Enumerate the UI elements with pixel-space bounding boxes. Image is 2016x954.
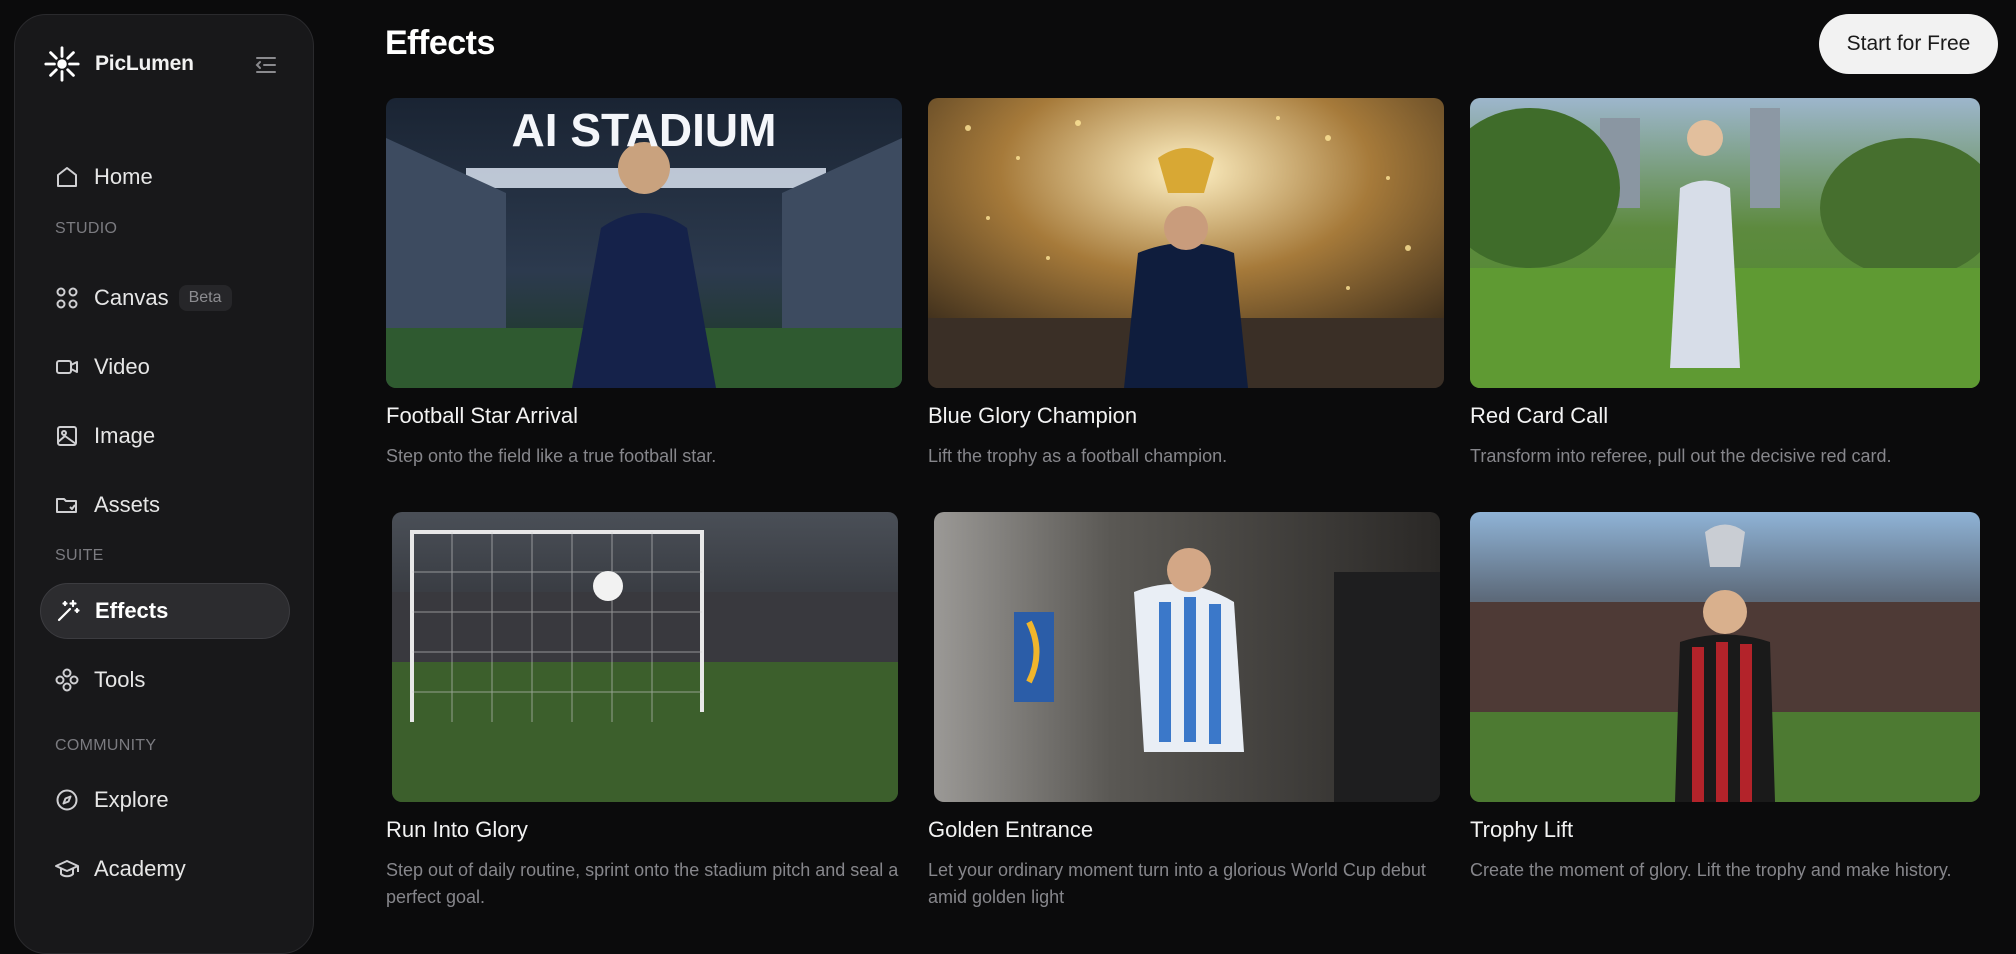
sidebar-item-video[interactable]: Video bbox=[40, 339, 290, 395]
effect-thumbnail[interactable] bbox=[1470, 98, 1980, 388]
sidebar-item-label: Image bbox=[94, 423, 156, 448]
home-icon bbox=[57, 167, 77, 187]
stadium-trophy-image bbox=[1470, 512, 1980, 802]
effect-card-football-star-arrival[interactable]: AI STADIUM Football Star Arrival Step on… bbox=[386, 98, 906, 468]
sidebar-item-assets[interactable]: Assets bbox=[40, 477, 290, 533]
sidebar-item-label: Video bbox=[94, 354, 150, 379]
effect-thumbnail[interactable] bbox=[392, 512, 898, 802]
card-description: Let your ordinary moment turn into a glo… bbox=[928, 860, 1426, 907]
image-icon bbox=[57, 426, 77, 446]
brand-name: PicLumen bbox=[95, 52, 194, 75]
effect-card-run-into-glory[interactable]: Run Into Glory Step out of daily routine… bbox=[386, 512, 906, 907]
card-description: Lift the trophy as a football champion. bbox=[928, 446, 1228, 466]
effect-thumbnail[interactable]: AI STADIUM bbox=[386, 98, 902, 388]
folder-icon bbox=[56, 498, 77, 513]
magic-wand-icon bbox=[57, 599, 80, 622]
tunnel-runner-image bbox=[934, 512, 1440, 802]
piclumen-logo-icon bbox=[44, 46, 80, 82]
card-description: Step onto the field like a true football… bbox=[386, 446, 717, 466]
sidebar-item-canvas[interactable]: Canvas Beta bbox=[40, 270, 290, 326]
effect-card-blue-glory-champion[interactable]: Blue Glory Champion Lift the trophy as a… bbox=[928, 98, 1448, 468]
card-title: Trophy Lift bbox=[1470, 817, 1574, 842]
sidebar-item-label: Effects bbox=[95, 598, 169, 623]
brand[interactable]: PicLumen bbox=[43, 45, 194, 83]
sidebar-item-effects[interactable]: Effects bbox=[40, 583, 290, 639]
sidebar-item-tools[interactable]: Tools bbox=[40, 652, 290, 708]
sidebar-item-image[interactable]: Image bbox=[40, 408, 290, 464]
card-title: Blue Glory Champion bbox=[928, 403, 1138, 428]
section-label-community: COMMUNITY bbox=[55, 737, 157, 754]
video-icon bbox=[56, 360, 78, 374]
sidebar-item-label: Academy bbox=[94, 856, 186, 881]
card-title: Red Card Call bbox=[1470, 403, 1609, 428]
card-title: Run Into Glory bbox=[386, 817, 528, 842]
compass-icon bbox=[56, 789, 78, 811]
effect-thumbnail[interactable] bbox=[928, 98, 1444, 388]
page-title: Effects bbox=[385, 24, 495, 62]
effect-card-trophy-lift[interactable]: Trophy Lift Create the moment of glory. … bbox=[1470, 512, 1990, 902]
trophy-celebration-image bbox=[928, 98, 1444, 388]
beta-badge: Beta bbox=[178, 285, 232, 311]
ai-stadium-sign: AI STADIUM bbox=[512, 104, 777, 156]
sidebar: PicLumen Home STUDIO Canvas Beta Video I… bbox=[14, 14, 314, 954]
card-description: Create the moment of glory. Lift the tro… bbox=[1470, 860, 1952, 880]
sidebar-item-label: Canvas bbox=[94, 285, 169, 310]
sidebar-item-label: Home bbox=[94, 164, 153, 189]
sidebar-item-academy[interactable]: Academy bbox=[40, 841, 290, 897]
graduation-cap-icon bbox=[55, 860, 79, 878]
card-description: Transform into referee, pull out the dec… bbox=[1470, 446, 1892, 466]
sidebar-item-explore[interactable]: Explore bbox=[40, 772, 290, 828]
card-title: Football Star Arrival bbox=[386, 403, 578, 428]
section-label-suite: SUITE bbox=[55, 547, 104, 564]
sidebar-item-label: Explore bbox=[94, 787, 169, 812]
tools-icon bbox=[55, 668, 79, 692]
collapse-sidebar-icon[interactable] bbox=[253, 53, 279, 77]
effect-thumbnail[interactable] bbox=[934, 512, 1440, 802]
card-title: Golden Entrance bbox=[928, 817, 1094, 842]
stadium-tunnel-image: AI STADIUM bbox=[386, 98, 902, 388]
card-description: Step out of daily routine, sprint onto t… bbox=[386, 860, 899, 907]
goal-net-image bbox=[392, 512, 898, 802]
sidebar-item-label: Tools bbox=[94, 667, 146, 692]
sidebar-item-home[interactable]: Home bbox=[40, 149, 290, 205]
park-woman-image bbox=[1470, 98, 1980, 388]
sidebar-item-label: Assets bbox=[94, 492, 161, 517]
effect-thumbnail[interactable] bbox=[1470, 512, 1980, 802]
section-label-studio: STUDIO bbox=[55, 220, 118, 237]
effect-card-golden-entrance[interactable]: Golden Entrance Let your ordinary moment… bbox=[928, 512, 1448, 907]
effect-card-red-card-call[interactable]: Red Card Call Transform into referee, pu… bbox=[1470, 98, 1990, 468]
start-for-free-button[interactable]: Start for Free bbox=[1819, 14, 1998, 74]
canvas-icon bbox=[56, 287, 78, 309]
